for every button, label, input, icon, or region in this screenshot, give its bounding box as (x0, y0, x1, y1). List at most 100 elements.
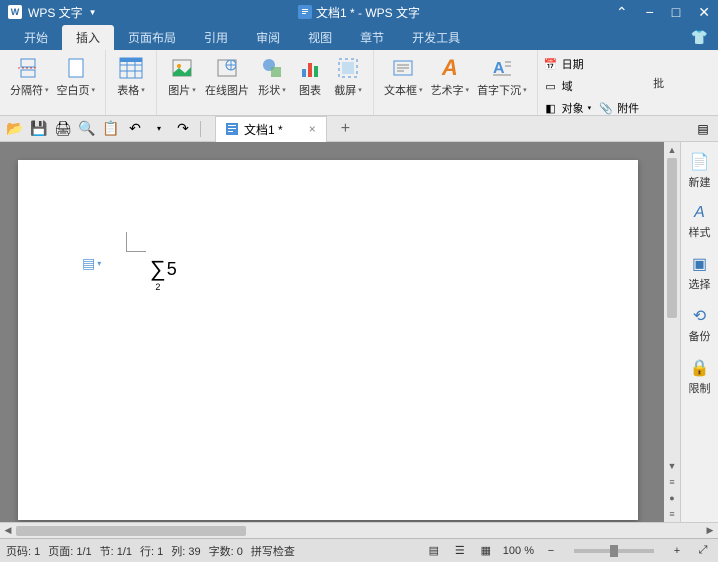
skin-icon[interactable]: 👕 (691, 29, 708, 46)
new-tab-icon[interactable]: + (341, 120, 350, 138)
page-break-icon (17, 56, 41, 80)
picture-icon (170, 56, 194, 80)
svg-text:A: A (493, 60, 505, 77)
close-icon[interactable]: ✕ (698, 4, 710, 21)
scroll-left-icon[interactable]: ◀ (0, 525, 16, 536)
attachment-button[interactable]: 📎附件 (599, 98, 639, 118)
ribbon-overflow-button[interactable]: 批 (645, 50, 672, 115)
zoom-value[interactable]: 100 % (503, 545, 534, 557)
status-page-num[interactable]: 页码: 1 (6, 543, 40, 559)
scroll-up-icon[interactable]: ▲ (664, 142, 680, 158)
blank-page-icon (64, 56, 88, 80)
print-layout-view-icon[interactable]: ▤ (425, 542, 443, 560)
open-icon[interactable]: 📂 (6, 120, 24, 138)
scroll-down-icon[interactable]: ▼ (664, 458, 680, 474)
picture-button[interactable]: 图片▾ (163, 54, 201, 100)
menu-page-layout[interactable]: 页面布局 (114, 25, 190, 50)
textbox-button[interactable]: 文本框▾ (380, 54, 427, 100)
paste-icon[interactable]: 📋 (102, 120, 120, 138)
canvas-area[interactable]: ▤ ▾ ∑25 (0, 142, 664, 522)
minimize-icon[interactable]: − (646, 4, 654, 21)
document-page[interactable]: ▤ ▾ ∑25 (18, 160, 638, 520)
tablist-dropdown-icon[interactable]: ▤ (694, 120, 712, 138)
new-file-icon: 📄 (690, 152, 710, 172)
page-break-button[interactable]: 分隔符▾ (6, 54, 53, 100)
wordart-button[interactable]: A 艺术字▾ (427, 54, 474, 100)
next-page-icon[interactable]: ≡ (664, 506, 680, 522)
workspace: ▤ ▾ ∑25 ▲ ▼ ≡ ● ≡ 📄新建 A样式 ▣选择 ⟲备份 🔒限制 (0, 142, 718, 522)
menu-view[interactable]: 视图 (294, 25, 346, 50)
app-name: WPS 文字 (28, 4, 83, 21)
maximize-icon[interactable]: □ (672, 4, 680, 21)
drop-cap-button[interactable]: A 首字下沉▾ (473, 54, 531, 100)
menu-section[interactable]: 章节 (346, 25, 398, 50)
page-indicator-icon[interactable]: ▤ ▾ (82, 255, 101, 272)
task-pane: 📄新建 A样式 ▣选择 ⟲备份 🔒限制 (680, 142, 718, 522)
chevron-up-icon[interactable]: ⌃ (616, 4, 628, 21)
hscroll-thumb[interactable] (16, 526, 246, 536)
ribbon: 分隔符▾ 空白页▾ 表格▾ 图片▾ 在线图片 形状▾ 图表 (0, 50, 718, 116)
sidebar-new[interactable]: 📄新建 (689, 152, 711, 190)
status-word-count[interactable]: 字数: 0 (209, 543, 243, 559)
shapes-button[interactable]: 形状▾ (253, 54, 291, 100)
menu-review[interactable]: 审阅 (242, 25, 294, 50)
blank-page-button[interactable]: 空白页▾ (53, 54, 100, 100)
redo-icon[interactable]: ↷ (174, 120, 192, 138)
sidebar-select[interactable]: ▣选择 (689, 254, 711, 292)
zoom-slider[interactable] (574, 549, 654, 553)
online-picture-button[interactable]: 在线图片 (201, 54, 253, 100)
field-icon: ▭ (544, 79, 558, 93)
object-button[interactable]: ◧对象▾ (544, 98, 592, 118)
undo-dropdown-icon[interactable]: ▾ (150, 120, 168, 138)
tab-label: 文档1 * (244, 121, 283, 138)
scroll-thumb[interactable] (667, 158, 677, 318)
zoom-in-icon[interactable]: + (668, 542, 686, 560)
print-preview-icon[interactable]: 🔍 (78, 120, 96, 138)
menu-start[interactable]: 开始 (10, 25, 62, 50)
tab-close-icon[interactable]: × (309, 122, 316, 136)
vertical-scrollbar[interactable]: ▲ ▼ ≡ ● ≡ (664, 142, 680, 522)
table-button[interactable]: 表格▾ (112, 54, 150, 100)
status-page-info[interactable]: 页面: 1/1 (48, 543, 91, 559)
app-dropdown-icon[interactable]: ▼ (89, 8, 97, 17)
date-button[interactable]: 📅日期 (544, 54, 640, 74)
quick-access-toolbar: 📂 💾 🖨 🔍 📋 ↶ ▾ ↷ 文档1 * × + ▤ (0, 116, 718, 142)
statusbar: 页码: 1 页面: 1/1 节: 1/1 行: 1 列: 39 字数: 0 拼写… (0, 538, 718, 562)
status-col[interactable]: 列: 39 (171, 543, 200, 559)
menubar: 开始 插入 页面布局 引用 审阅 视图 章节 开发工具 👕 (0, 24, 718, 50)
scroll-right-icon[interactable]: ▶ (702, 525, 718, 536)
equation[interactable]: ∑25 (150, 256, 177, 282)
select-icon: ▣ (692, 254, 707, 274)
chart-button[interactable]: 图表 (291, 54, 329, 100)
zoom-out-icon[interactable]: − (542, 542, 560, 560)
textbox-icon (391, 56, 415, 80)
print-icon[interactable]: 🖨 (54, 120, 72, 138)
screenshot-button[interactable]: 截屏▾ (329, 54, 367, 100)
status-spell-check[interactable]: 拼写检查 (251, 543, 295, 559)
zoom-knob[interactable] (610, 545, 618, 557)
save-icon[interactable]: 💾 (30, 120, 48, 138)
horizontal-scrollbar[interactable]: ◀ ▶ (0, 522, 718, 538)
sidebar-restrict[interactable]: 🔒限制 (689, 358, 711, 396)
menu-insert[interactable]: 插入 (62, 25, 114, 50)
field-button[interactable]: ▭域 (544, 76, 640, 96)
wordart-icon: A (438, 56, 462, 80)
fit-view-icon[interactable]: ⤢ (694, 542, 712, 560)
sidebar-backup[interactable]: ⟲备份 (689, 306, 711, 344)
menu-dev-tools[interactable]: 开发工具 (398, 25, 474, 50)
browse-object-icon[interactable]: ● (664, 490, 680, 506)
titlebar: W WPS 文字 ▼ 文档1 * - WPS 文字 ⌃ − □ ✕ (0, 0, 718, 24)
object-icon: ◧ (544, 101, 558, 115)
undo-icon[interactable]: ↶ (126, 120, 144, 138)
menu-references[interactable]: 引用 (190, 25, 242, 50)
status-section[interactable]: 节: 1/1 (100, 543, 132, 559)
status-line[interactable]: 行: 1 (140, 543, 163, 559)
table-icon (119, 56, 143, 80)
web-view-icon[interactable]: ▦ (477, 542, 495, 560)
outline-view-icon[interactable]: ☰ (451, 542, 469, 560)
attachment-icon: 📎 (599, 101, 613, 115)
prev-page-icon[interactable]: ≡ (664, 474, 680, 490)
online-picture-icon (215, 56, 239, 80)
document-tab[interactable]: 文档1 * × (215, 116, 327, 142)
sidebar-style[interactable]: A样式 (689, 204, 711, 240)
